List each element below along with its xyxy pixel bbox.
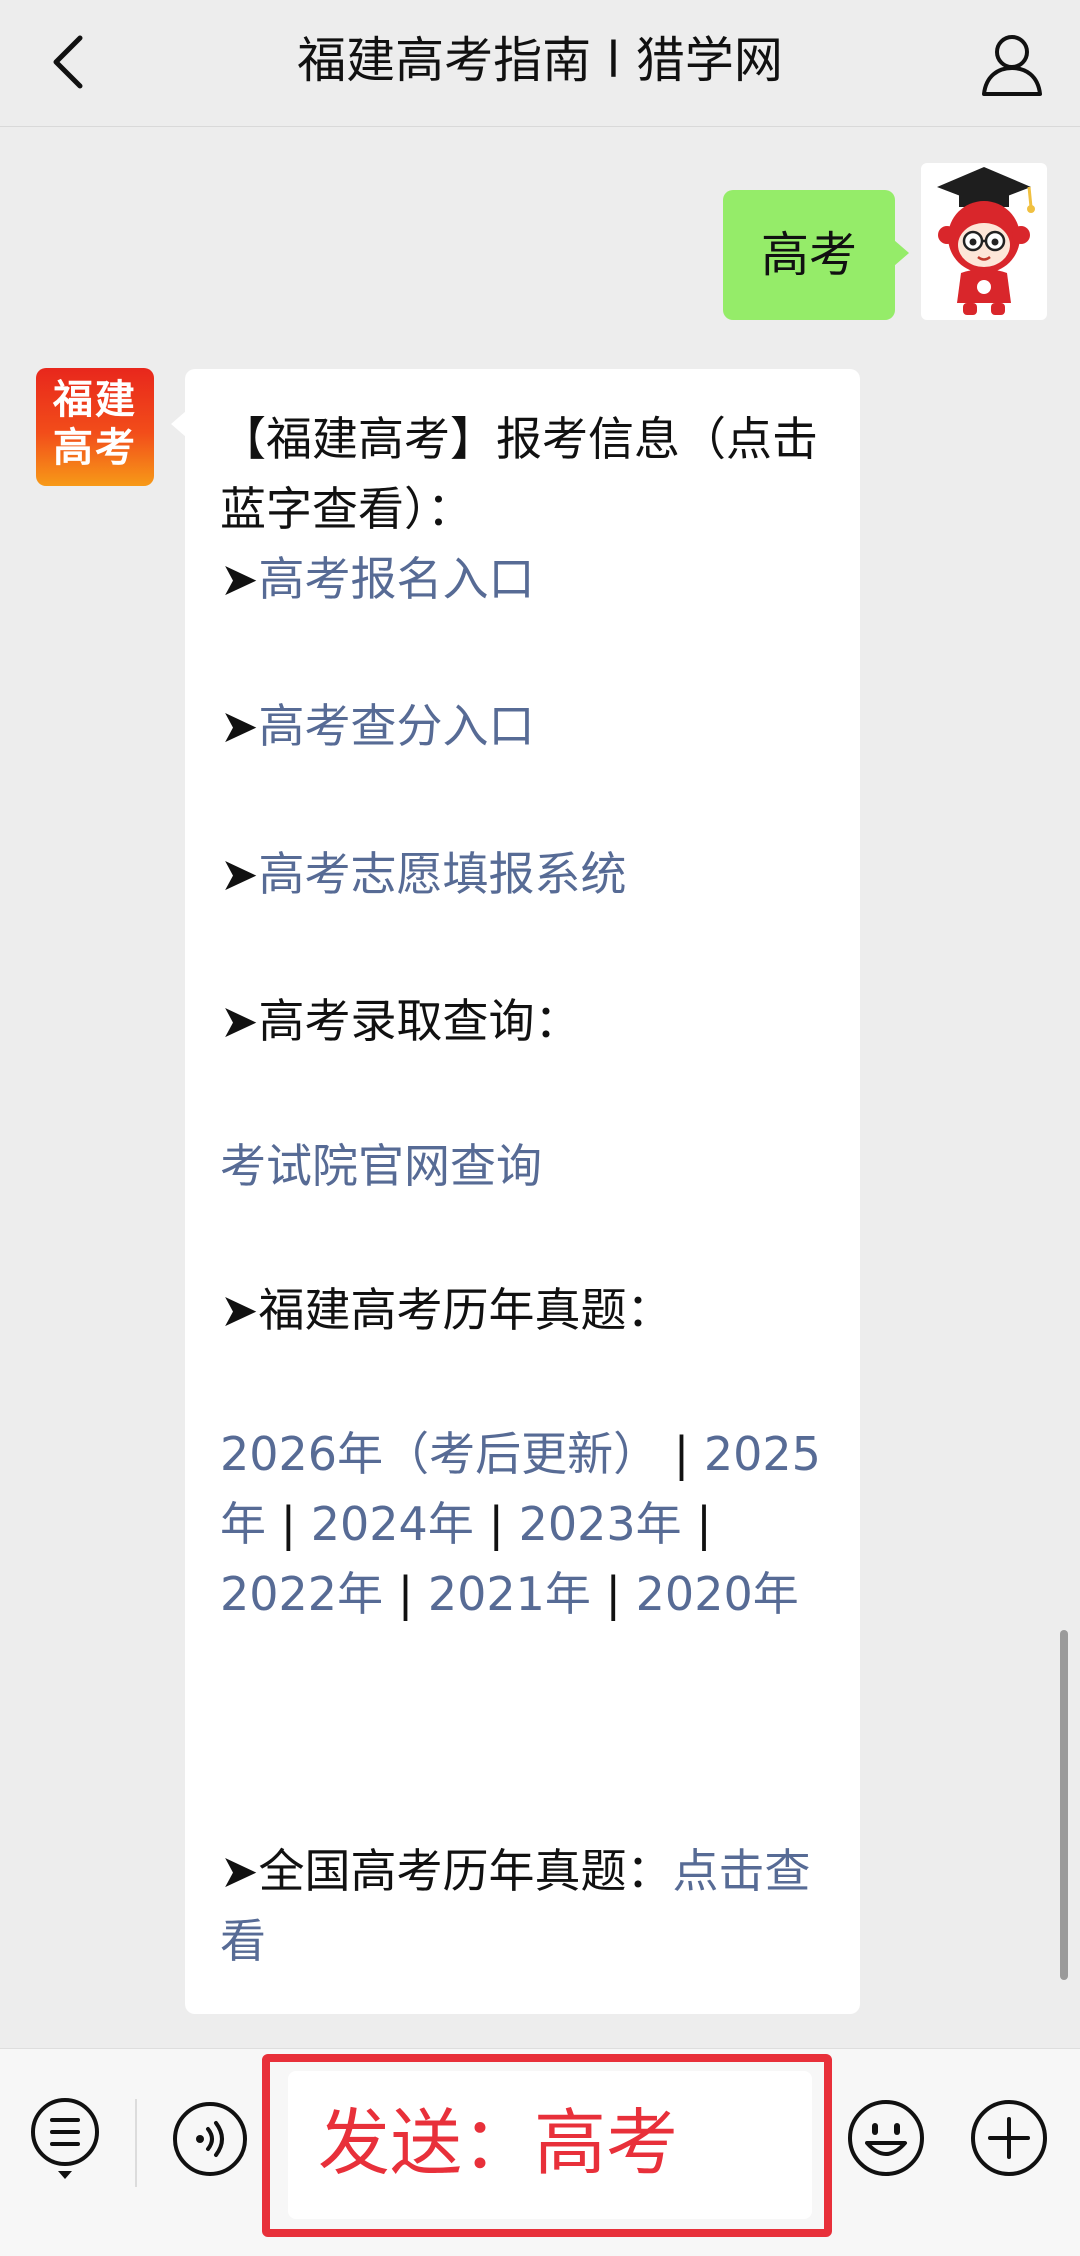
year-2020-link[interactable]: 2020年 bbox=[636, 1567, 799, 1621]
message-input[interactable]: 发送：高考 bbox=[288, 2071, 812, 2219]
more-button[interactable] bbox=[968, 2097, 1050, 2179]
menu-item-exam-site: 考试院官网查询 bbox=[220, 1131, 840, 1201]
account-avatar-text: 福建 高考 bbox=[36, 376, 154, 472]
year-2021-link[interactable]: 2021年 bbox=[428, 1567, 591, 1621]
menu-item-score: ➤高考查分入口 bbox=[220, 691, 840, 761]
menu-item-past-papers: ➤福建高考历年真题： bbox=[220, 1275, 840, 1345]
score-query-link[interactable]: 高考查分入口 bbox=[259, 699, 535, 753]
divider bbox=[135, 2099, 137, 2187]
menu-item-admission: ➤高考录取查询： bbox=[220, 986, 840, 1056]
separator: | bbox=[696, 1497, 712, 1551]
year-2023-link[interactable]: 2023年 bbox=[519, 1497, 682, 1551]
emoji-icon bbox=[848, 2100, 924, 2176]
menu-list-icon bbox=[31, 2098, 99, 2179]
profile-button[interactable] bbox=[976, 28, 1048, 100]
year-2024-link[interactable]: 2024年 bbox=[311, 1497, 474, 1551]
separator: | bbox=[605, 1567, 622, 1621]
past-papers-label: 福建高考历年真题： bbox=[258, 1283, 673, 1337]
arrow-icon: ➤ bbox=[220, 1844, 259, 1898]
year-links: 2026年（考后更新） | 2025年 | 2024年 | 2023年 | 20… bbox=[220, 1419, 840, 1629]
account-avatar[interactable]: 福建 高考 bbox=[36, 368, 154, 486]
arrow-icon: ➤ bbox=[220, 994, 259, 1048]
input-text: 发送：高考 bbox=[318, 2101, 679, 2185]
menu-item-register: ➤高考报名入口 bbox=[220, 544, 840, 614]
page-title: 福建高考指南 l 猎学网 bbox=[297, 32, 783, 89]
admission-label: 高考录取查询： bbox=[258, 994, 581, 1048]
voice-button[interactable] bbox=[170, 2099, 250, 2179]
separator: | bbox=[488, 1497, 504, 1551]
account-avatar-line1: 福建 bbox=[53, 377, 137, 423]
exam-site-link[interactable]: 考试院官网查询 bbox=[220, 1139, 542, 1193]
voice-icon bbox=[173, 2102, 247, 2176]
reply-intro: 【福建高考】报考信息（点击蓝字查看）： bbox=[220, 412, 818, 536]
year-2022-link[interactable]: 2022年 bbox=[220, 1567, 383, 1621]
mascot-avatar-icon bbox=[937, 167, 1035, 315]
national-label: 全国高考历年真题： bbox=[258, 1844, 673, 1898]
volunteer-system-link[interactable]: 高考志愿填报系统 bbox=[259, 847, 627, 901]
chevron-left-icon bbox=[53, 35, 83, 89]
separator: | bbox=[397, 1567, 414, 1621]
separator: | bbox=[280, 1497, 297, 1551]
arrow-icon: ➤ bbox=[220, 847, 259, 901]
plus-circle-icon bbox=[971, 2100, 1047, 2176]
menu-button[interactable] bbox=[28, 2095, 102, 2183]
back-button[interactable] bbox=[40, 30, 104, 94]
arrow-icon: ➤ bbox=[220, 699, 259, 753]
menu-item-national: ➤全国高考历年真题：点击查看 bbox=[220, 1836, 840, 1976]
year-2026-link[interactable]: 2026年（考后更新） bbox=[220, 1427, 659, 1481]
my-avatar[interactable] bbox=[921, 163, 1047, 320]
account-avatar-line2: 高考 bbox=[53, 425, 137, 471]
top-bar: 福建高考指南 l 猎学网 bbox=[0, 0, 1080, 127]
arrow-icon: ➤ bbox=[220, 552, 259, 606]
scrollbar[interactable] bbox=[1060, 1630, 1068, 1980]
reply-message-bubble: 【福建高考】报考信息（点击蓝字查看）： ➤高考报名入口 ➤高考查分入口 ➤高考志… bbox=[171, 369, 860, 2014]
person-icon bbox=[982, 35, 1042, 96]
my-message-bubble[interactable]: 高考 bbox=[723, 190, 909, 320]
menu-item-volunteer: ➤高考志愿填报系统 bbox=[220, 839, 840, 909]
arrow-icon: ➤ bbox=[220, 1283, 259, 1337]
separator: | bbox=[673, 1427, 690, 1481]
register-link[interactable]: 高考报名入口 bbox=[259, 552, 535, 606]
emoji-button[interactable] bbox=[845, 2097, 927, 2179]
input-bar: 发送：高考 bbox=[0, 2048, 1080, 2256]
